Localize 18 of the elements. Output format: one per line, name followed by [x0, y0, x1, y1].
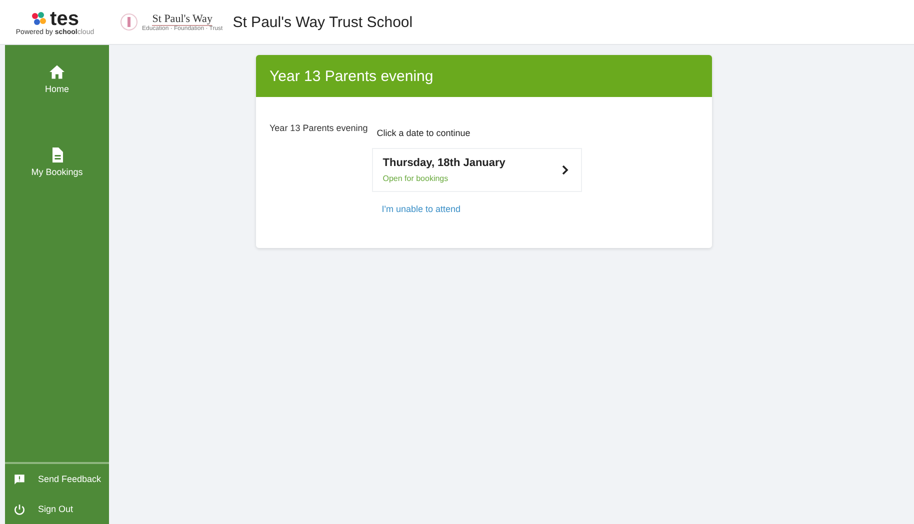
- power-icon: [13, 502, 26, 516]
- crest-icon: [120, 13, 138, 31]
- school-logo-name: St Paul's Way: [152, 12, 212, 26]
- sidebar-item[interactable]: Sign Out: [5, 494, 109, 524]
- sidebar-item[interactable]: Home: [5, 51, 109, 106]
- logo-icon: [31, 12, 48, 26]
- unable-to-attend-link[interactable]: I'm unable to attend: [382, 204, 461, 214]
- date-prompt: Click a date to continue: [376, 128, 470, 138]
- chevron-icon: [560, 165, 569, 175]
- brand-name: tes: [50, 8, 79, 28]
- date-option[interactable]: Thursday, 18th January Open for bookings: [372, 148, 582, 192]
- school-name: St Paul's Way Trust School: [232, 14, 413, 30]
- speech-bubble-icon: [13, 472, 26, 486]
- card-title: Year 13 Parents evening: [256, 55, 712, 97]
- event-description: Year 13 Parents evening: [270, 123, 368, 133]
- sidebar-item[interactable]: My Bookings: [5, 134, 109, 189]
- home-icon: [48, 63, 66, 81]
- sidebar-item[interactable]: Send Feedback: [5, 464, 109, 494]
